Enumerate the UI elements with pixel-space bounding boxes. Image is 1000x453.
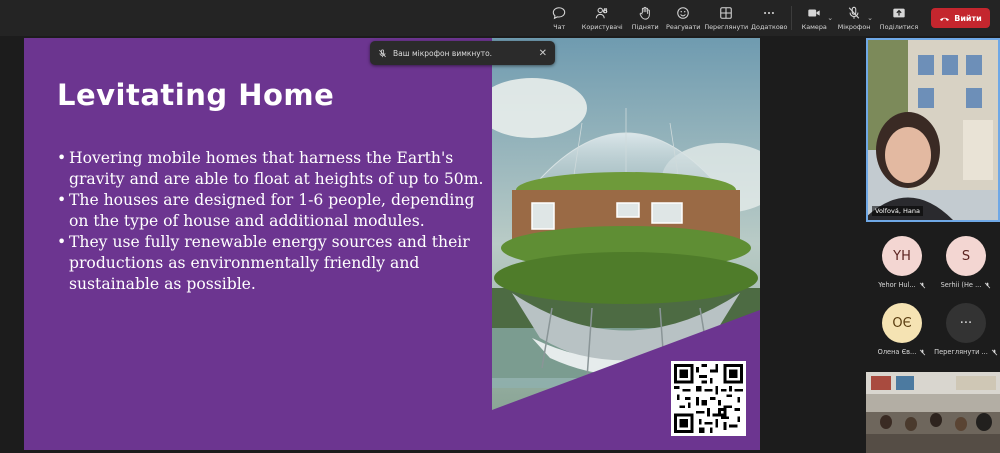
meeting-toolbar: Чат 8 Користувачі Підняти Реагувати Пере… xyxy=(0,0,1000,36)
microphone-label: Мікрофон xyxy=(837,22,871,31)
more-label: Додатково xyxy=(751,22,788,31)
qr-code-image xyxy=(671,361,746,436)
participant-name: Олена Єв... xyxy=(877,348,917,356)
toolbar-divider xyxy=(791,6,793,30)
classroom-video-image xyxy=(866,372,1000,453)
participant-name-row: Переглянути ... xyxy=(934,348,998,356)
smile-icon xyxy=(677,6,690,19)
speaker-video-image xyxy=(868,40,998,220)
participant-name-row: Yehor Hul... xyxy=(878,281,926,289)
slide-bullet: They use fully renewable energy sources … xyxy=(57,232,497,295)
grid-icon xyxy=(720,6,733,19)
more-icon xyxy=(764,11,775,14)
participant-tile[interactable]: S Serhii (He ... xyxy=(934,236,998,296)
share-icon xyxy=(893,8,905,17)
chat-button[interactable]: Чат xyxy=(540,0,578,36)
share-label: Поділитися xyxy=(879,22,919,31)
leave-label: Вийти xyxy=(954,13,982,23)
participants-count: 8 xyxy=(603,7,608,15)
mic-off-icon xyxy=(848,6,860,19)
more-avatar: ··· xyxy=(946,303,986,343)
participant-name-row: Serhii (He ... xyxy=(941,281,992,289)
chat-icon xyxy=(553,6,566,19)
camera-label: Камера xyxy=(801,22,827,31)
avatar: YH xyxy=(882,236,922,276)
avatar-initials: S xyxy=(961,248,971,264)
hand-icon xyxy=(639,6,651,20)
participant-tile[interactable]: YH Yehor Hul... xyxy=(870,236,934,296)
avatar: ОЄ xyxy=(882,303,922,343)
participants-button[interactable]: 8 Користувачі xyxy=(578,0,626,36)
participant-name: Yehor Hul... xyxy=(878,281,916,289)
speaker-name-tag: Volfová, Hana xyxy=(872,206,923,216)
mic-off-icon xyxy=(920,349,926,355)
avatar-initials: ОЄ xyxy=(892,315,912,331)
more-button[interactable]: Додатково xyxy=(750,0,788,36)
meeting-window: Чат 8 Користувачі Підняти Реагувати Пере… xyxy=(0,0,1000,453)
chat-label: Чат xyxy=(553,22,566,31)
classroom-video[interactable] xyxy=(866,372,1000,453)
avatar: S xyxy=(946,236,986,276)
view-more-participants-tile[interactable]: ··· Переглянути ... xyxy=(934,303,998,363)
react-button[interactable]: Реагувати xyxy=(664,0,702,36)
mic-off-icon xyxy=(919,282,925,288)
mic-muted-toast: Ваш мікрофон вимкнуто. ✕ xyxy=(370,41,555,65)
slide-bullet: The houses are designed for 1-6 people, … xyxy=(57,190,497,232)
slide-bullet: Hovering mobile homes that harness the E… xyxy=(57,148,497,190)
microphone-button[interactable]: Мікрофон xyxy=(835,0,873,36)
hang-up-icon xyxy=(940,17,950,21)
leave-button[interactable]: Вийти xyxy=(931,8,990,28)
shared-slide: Levitating Home Hovering mobile homes th… xyxy=(24,38,760,450)
slide-title: Levitating Home xyxy=(57,78,335,112)
toast-message: Ваш мікрофон вимкнуто. xyxy=(393,48,493,58)
view-label: Переглянути xyxy=(704,22,749,31)
camera-icon xyxy=(808,9,820,16)
active-speaker-video[interactable]: Volfová, Hana xyxy=(866,38,1000,222)
view-button[interactable]: Переглянути xyxy=(702,0,750,36)
raise-hand-button[interactable]: Підняти xyxy=(626,0,664,36)
mic-off-icon xyxy=(991,349,998,355)
react-label: Реагувати xyxy=(666,22,701,31)
camera-button[interactable]: Камера xyxy=(795,0,833,36)
raise-hand-label: Підняти xyxy=(631,22,659,31)
slide-bullet-list: Hovering mobile homes that harness the E… xyxy=(57,148,497,295)
view-more-label: Переглянути ... xyxy=(934,348,988,356)
participants-label: Користувачі xyxy=(581,22,623,31)
close-icon[interactable]: ✕ xyxy=(539,48,547,59)
share-button[interactable]: Поділитися xyxy=(875,0,923,36)
avatar-initials: YH xyxy=(893,248,911,264)
more-icon: ··· xyxy=(959,315,973,331)
participant-name: Serhii (He ... xyxy=(940,281,982,289)
participant-tile[interactable]: ОЄ Олена Єв... xyxy=(870,303,934,363)
mic-off-icon xyxy=(985,282,991,288)
participant-name-row: Олена Єв... xyxy=(878,348,927,356)
mic-off-icon xyxy=(379,48,386,57)
